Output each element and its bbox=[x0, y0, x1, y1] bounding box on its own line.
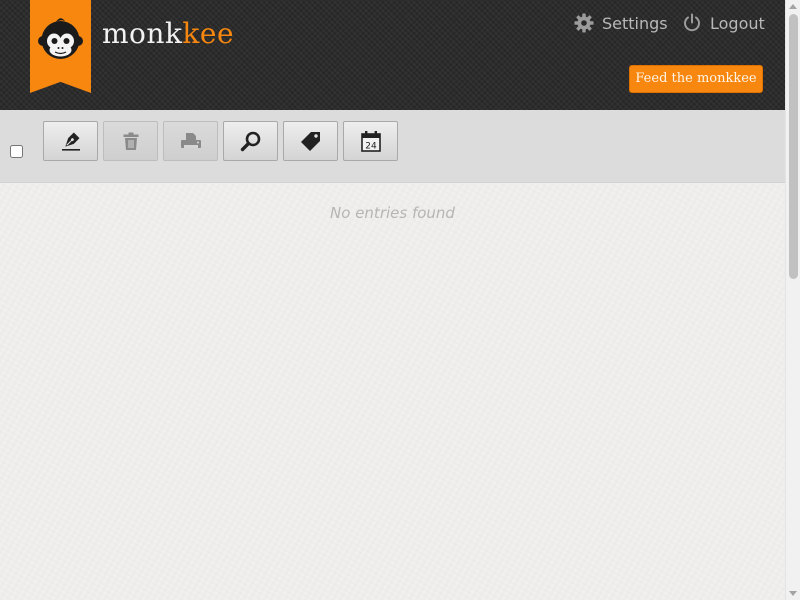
feed-the-monkkee-button[interactable]: Feed the monkkee bbox=[629, 65, 763, 93]
magnifier-icon bbox=[240, 131, 260, 152]
scroll-down-arrow[interactable] bbox=[789, 591, 797, 596]
calendar-day-text: 24 bbox=[365, 142, 377, 152]
header-bar: monkkee Settings Logout Feed the monkkee bbox=[0, 0, 800, 110]
gear-icon bbox=[574, 13, 594, 33]
brand-name[interactable]: monkkee bbox=[102, 14, 234, 54]
monkey-face-icon bbox=[38, 18, 83, 59]
brand-name-part2: kee bbox=[182, 17, 235, 50]
vertical-scrollbar[interactable] bbox=[785, 0, 800, 600]
entries-toolbar: 24 bbox=[0, 110, 785, 183]
calendar-button[interactable]: 24 bbox=[343, 121, 398, 161]
calendar-icon: 24 bbox=[360, 131, 381, 152]
logout-link[interactable]: Logout bbox=[682, 11, 765, 35]
empty-message: No entries found bbox=[330, 204, 455, 222]
tags-button[interactable] bbox=[283, 121, 338, 161]
search-button[interactable] bbox=[223, 121, 278, 161]
entries-list: No entries found bbox=[0, 184, 785, 600]
logout-label: Logout bbox=[710, 13, 765, 33]
print-button[interactable] bbox=[163, 121, 218, 161]
scroll-thumb[interactable] bbox=[789, 14, 798, 279]
delete-button[interactable] bbox=[103, 121, 158, 161]
brand-name-part1: monk bbox=[102, 17, 183, 50]
scroll-up-arrow[interactable] bbox=[789, 4, 797, 9]
pen-nib-icon bbox=[61, 132, 80, 151]
settings-label: Settings bbox=[602, 13, 668, 33]
settings-link[interactable]: Settings bbox=[574, 11, 668, 35]
trash-icon bbox=[123, 132, 138, 150]
logo-ribbon[interactable] bbox=[30, 0, 91, 93]
tag-icon bbox=[300, 132, 320, 151]
power-icon bbox=[684, 13, 700, 32]
select-all-checkbox[interactable] bbox=[10, 145, 23, 158]
new-entry-button[interactable] bbox=[43, 121, 98, 161]
printer-icon bbox=[180, 133, 201, 148]
